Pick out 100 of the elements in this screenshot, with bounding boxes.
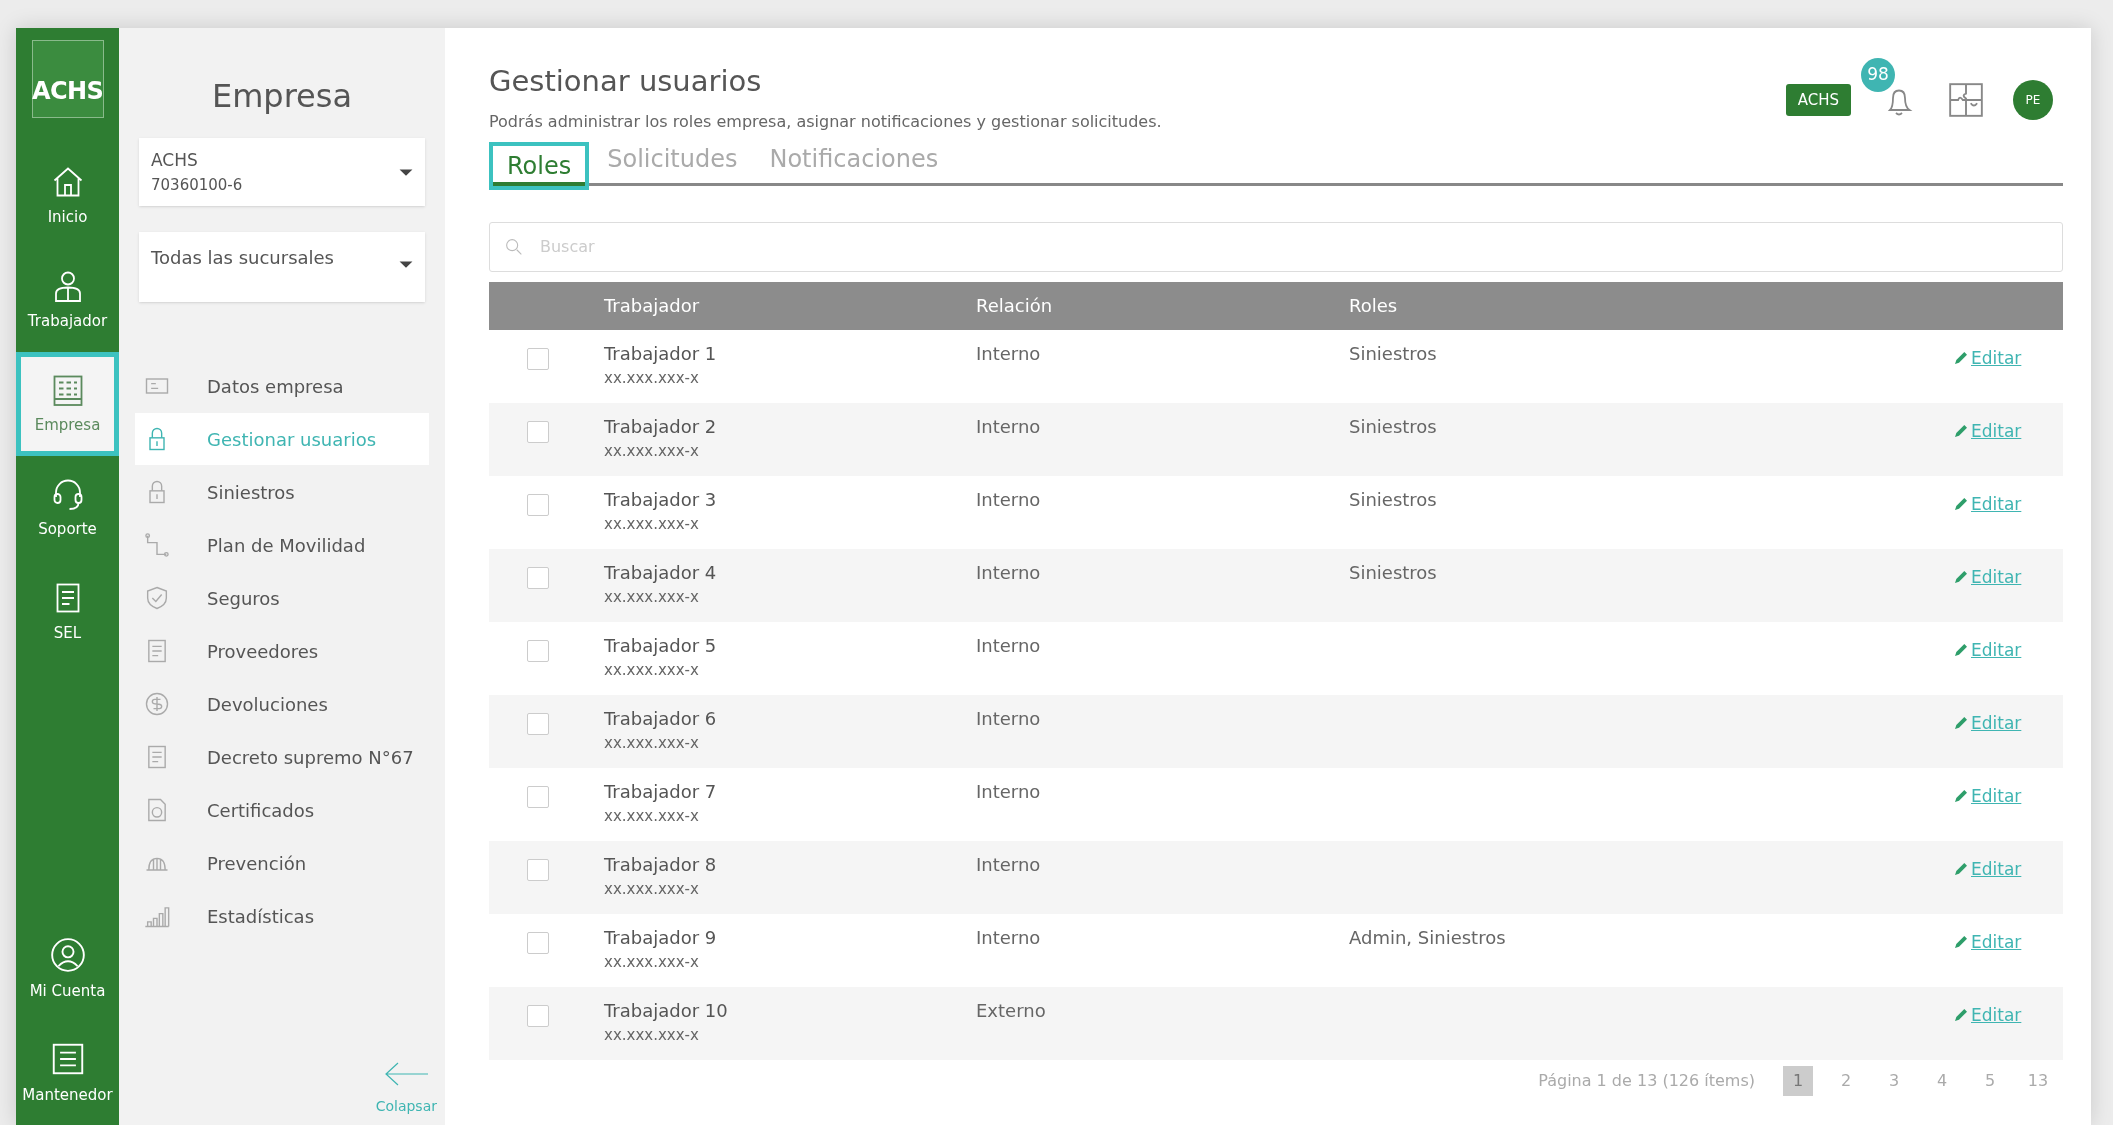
menu-item[interactable]: Datos empresa — [135, 360, 429, 412]
nav-item[interactable]: Trabajador — [16, 248, 119, 352]
worker-rut: xx.xxx.xxx-x — [604, 805, 700, 827]
page-button[interactable]: 13 — [2023, 1065, 2053, 1096]
nav-item[interactable]: Empresa — [16, 352, 119, 456]
pencil-icon — [1953, 788, 1969, 805]
edit-link[interactable]: Editar — [1953, 485, 2063, 517]
table-cell-text: Siniestros — [1349, 560, 1438, 585]
edit-link[interactable]: Editar — [1953, 704, 2063, 736]
menu-item[interactable]: Seguros — [135, 572, 429, 624]
table-cell-text: Interno — [976, 925, 1042, 950]
column-header: Trabajador — [604, 294, 701, 318]
company-name: ACHS — [151, 149, 199, 172]
nav-item[interactable]: Mantenedor — [16, 1021, 119, 1125]
menu-item[interactable]: Plan de Movilidad — [135, 519, 429, 571]
pencil-icon — [1953, 934, 1969, 951]
row-checkbox[interactable] — [527, 420, 549, 443]
menu-item[interactable]: Prevención — [135, 837, 429, 889]
table-cell-text: Siniestros — [1349, 341, 1438, 366]
menu-item[interactable]: Certificados — [135, 784, 429, 836]
row-checkbox[interactable] — [527, 1004, 549, 1027]
nav-item[interactable]: Mi Cuenta — [16, 917, 119, 1021]
pencil-icon — [1953, 715, 1969, 732]
worker-name: Trabajador 2 — [604, 414, 718, 439]
page-button[interactable]: 4 — [1927, 1065, 1957, 1096]
row-checkbox[interactable] — [527, 931, 549, 954]
worker-rut: xx.xxx.xxx-x — [604, 1024, 700, 1046]
table-cell-text: Interno — [976, 706, 1042, 731]
edit-link[interactable]: Editar — [1953, 339, 2063, 371]
row-checkbox[interactable] — [527, 785, 549, 808]
puzzle-icon[interactable] — [1947, 81, 1985, 119]
edit-link[interactable]: Editar — [1953, 777, 2063, 809]
row-checkbox[interactable] — [527, 493, 549, 516]
column-header: Roles — [1349, 294, 1399, 318]
tab[interactable]: Roles — [489, 141, 590, 190]
tab[interactable]: Solicitudes — [593, 134, 752, 183]
page-button[interactable]: 3 — [1879, 1065, 1909, 1096]
pencil-icon — [1953, 423, 1969, 440]
company-badge: ACHS — [1785, 83, 1851, 117]
company-dropdown[interactable]: ACHS 70360100-6 — [139, 138, 425, 206]
row-checkbox[interactable] — [527, 347, 549, 370]
branch-dropdown[interactable]: Todas las sucursales — [139, 232, 425, 302]
nav-item[interactable]: Soporte — [16, 456, 119, 560]
worker-name: Trabajador 8 — [604, 852, 718, 877]
table-cell-text: Siniestros — [1349, 487, 1438, 512]
worker-rut: xx.xxx.xxx-x — [604, 878, 700, 900]
page-subtitle: Podrás administrar los roles empresa, asignar notificaciones y gestionar solicitudes. — [489, 110, 1162, 133]
page-title: Gestionar usuarios — [489, 63, 763, 100]
worker-rut: xx.xxx.xxx-x — [604, 586, 700, 608]
row-checkbox[interactable] — [527, 566, 549, 589]
table-cell-text: Externo — [976, 998, 1047, 1023]
menu-item[interactable]: Siniestros — [135, 466, 429, 518]
menu-item[interactable]: Estadísticas — [135, 890, 429, 942]
pencil-icon — [1953, 496, 1969, 513]
notification-count: 98 — [1861, 58, 1895, 92]
logo[interactable]: ACHS — [31, 40, 104, 118]
worker-rut: xx.xxx.xxx-x — [604, 440, 700, 462]
pencil-icon — [1953, 1007, 1969, 1024]
table-cell-text: Interno — [976, 779, 1042, 804]
row-checkbox[interactable] — [527, 712, 549, 735]
menu-item[interactable]: Proveedores — [135, 625, 429, 677]
menu-item[interactable]: Gestionar usuarios — [135, 413, 429, 465]
pagination-summary: Página 1 de 13 (126 ítems) — [1538, 1069, 1755, 1092]
table-cell-text: Interno — [976, 341, 1042, 366]
worker-name: Trabajador 1 — [604, 341, 718, 366]
nav-item[interactable]: Inicio — [16, 144, 119, 248]
company-rut: 70360100-6 — [151, 174, 243, 196]
worker-name: Trabajador 6 — [604, 706, 718, 731]
worker-name: Trabajador 10 — [604, 998, 729, 1023]
menu-item[interactable]: Devoluciones — [135, 678, 429, 730]
table-cell-text: Interno — [976, 560, 1042, 585]
avatar[interactable]: PE — [2013, 80, 2053, 120]
worker-name: Trabajador 3 — [604, 487, 718, 512]
nav-item[interactable]: SEL — [16, 560, 119, 664]
pencil-icon — [1953, 861, 1969, 878]
row-checkbox[interactable] — [527, 639, 549, 662]
edit-link[interactable]: Editar — [1953, 412, 2063, 444]
edit-link[interactable]: Editar — [1953, 631, 2063, 663]
table-cell-text: Interno — [976, 487, 1042, 512]
collapse-button[interactable]: Colapsar — [375, 1060, 437, 1117]
row-checkbox[interactable] — [527, 858, 549, 881]
page-button[interactable]: 1 — [1783, 1065, 1813, 1096]
worker-rut: xx.xxx.xxx-x — [604, 513, 700, 535]
edit-link[interactable]: Editar — [1953, 850, 2063, 882]
worker-rut: xx.xxx.xxx-x — [604, 367, 700, 389]
pencil-icon — [1953, 569, 1969, 586]
table-cell-text: Interno — [976, 414, 1042, 439]
table-cell-text: Interno — [976, 852, 1042, 877]
page-button[interactable]: 5 — [1975, 1065, 2005, 1096]
caret-icon — [399, 260, 413, 269]
tab[interactable]: Notificaciones — [755, 134, 953, 183]
page-button[interactable]: 2 — [1831, 1065, 1861, 1096]
edit-link[interactable]: Editar — [1953, 996, 2063, 1028]
menu-item[interactable]: Decreto supremo N°67 — [135, 731, 429, 783]
edit-link[interactable]: Editar — [1953, 923, 2063, 955]
table-cell-text: Admin, Siniestros — [1349, 925, 1507, 950]
edit-link[interactable]: Editar — [1953, 558, 2063, 590]
table-cell-text: Siniestros — [1349, 414, 1438, 439]
worker-name: Trabajador 9 — [604, 925, 718, 950]
worker-rut: xx.xxx.xxx-x — [604, 951, 700, 973]
